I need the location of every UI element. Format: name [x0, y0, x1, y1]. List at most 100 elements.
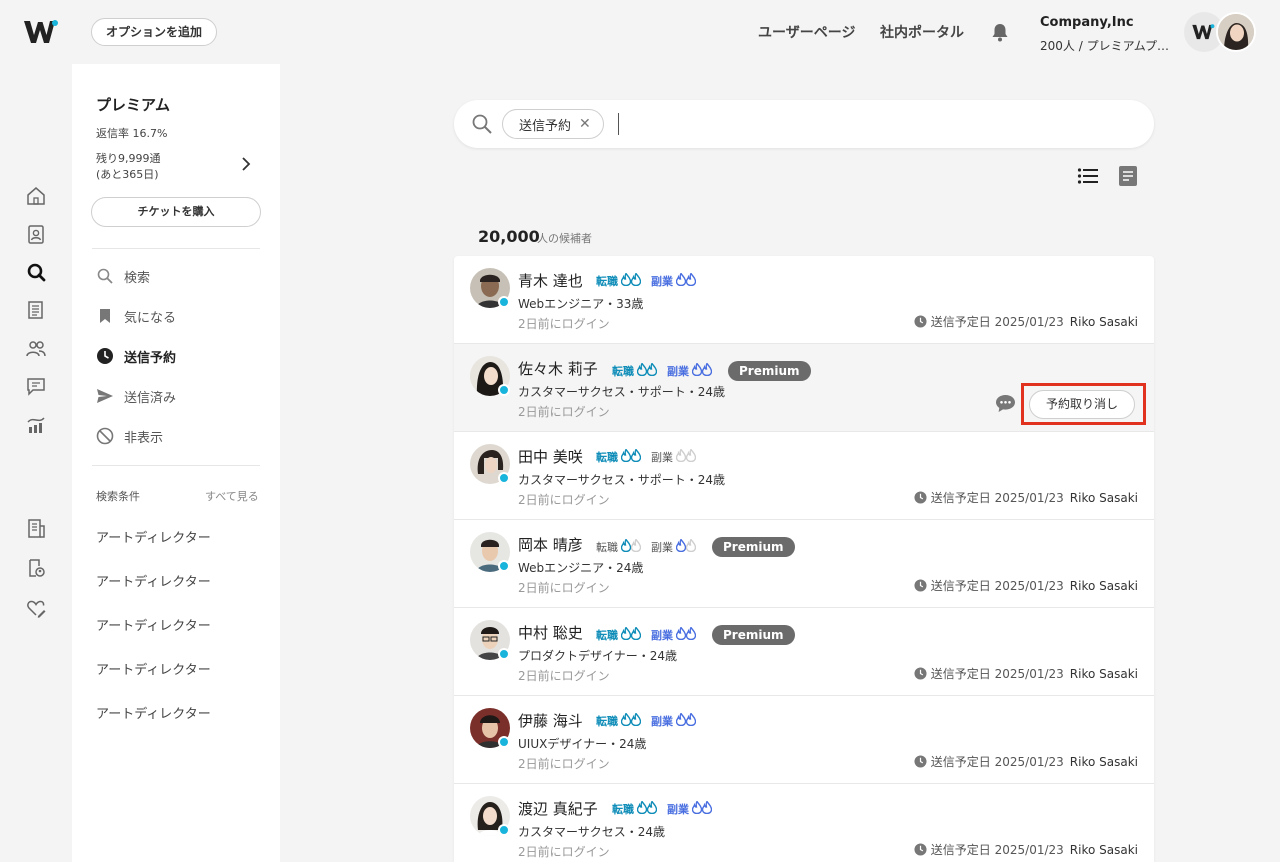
buy-ticket-button[interactable]: チケットを購入 [91, 197, 261, 227]
analytics-icon[interactable] [25, 413, 47, 435]
scheduled-info: 送信予定日 2025/01/23 Riko Sasaki [914, 489, 1138, 506]
scheduled-by: Riko Sasaki [1069, 490, 1138, 505]
job-change-tag: 転職 [596, 627, 641, 643]
candidate-row[interactable]: 青木 達也 転職 副業 Webエンジニア・33歳 2日前にログイン 送信予定日 … [454, 256, 1154, 344]
condition-item[interactable]: アートディレクター [96, 571, 211, 590]
user-settings-icon[interactable] [25, 557, 47, 579]
candidate-name[interactable]: 青木 達也 [518, 270, 583, 291]
chat-bubble-icon[interactable] [995, 394, 1016, 413]
sidebar-item-label: 気になる [124, 310, 177, 326]
premium-badge: Premium [712, 625, 795, 645]
sidebar-item-search[interactable]: 検索 [96, 264, 266, 288]
sidebar-item-label: 送信予約 [124, 350, 177, 366]
sidebar-item-sent[interactable]: 送信済み [96, 384, 266, 408]
clock-icon [914, 843, 927, 856]
bell-icon[interactable] [989, 21, 1011, 43]
candidate-row[interactable]: 岡本 晴彦 転職 副業 Premium Webエンジニア・24歳 2日前にログイ… [454, 520, 1154, 608]
detail-view-icon[interactable] [1118, 165, 1138, 187]
condition-item[interactable]: アートディレクター [96, 527, 211, 546]
condition-item[interactable]: アートディレクター [96, 703, 211, 722]
job-change-tag: 転職 [596, 539, 641, 555]
side-job-tag: 副業 [651, 539, 696, 555]
home-icon[interactable] [25, 185, 47, 207]
list-view-icon[interactable] [1077, 166, 1099, 186]
flame-icon [621, 539, 641, 555]
candidate-name[interactable]: 渡辺 真紀子 [518, 798, 598, 819]
candidate-row[interactable]: 田中 美咲 転職 副業 カスタマーサクセス・サポート・24歳 2日前にログイン … [454, 432, 1154, 520]
candidate-name[interactable]: 伊藤 海斗 [518, 710, 583, 731]
scheduled-date: 送信予定日 2025/01/23 [930, 579, 1064, 593]
scheduled-date: 送信予定日 2025/01/23 [930, 843, 1064, 857]
flame-icon [621, 449, 641, 465]
flame-icon [676, 539, 696, 555]
company-logo-icon [1192, 24, 1215, 40]
search-icon [96, 267, 114, 285]
flame-icon [692, 801, 712, 817]
candidate-name[interactable]: 田中 美咲 [518, 446, 583, 467]
candidate-row[interactable]: 佐々木 莉子 転職 副業 Premium カスタマーサクセス・サポート・24歳 … [454, 344, 1154, 432]
scheduled-by: Riko Sasaki [1069, 666, 1138, 681]
clock-icon [914, 755, 927, 768]
online-indicator [498, 648, 510, 660]
close-icon[interactable]: ✕ [579, 116, 591, 132]
clock-icon [914, 667, 927, 680]
sidebar-item-hidden[interactable]: 非表示 [96, 424, 266, 448]
sidebar-item-favorite[interactable]: 気になる [96, 304, 266, 328]
flame-icon [637, 801, 657, 817]
user-avatar[interactable] [1216, 12, 1256, 52]
company-logo[interactable] [22, 18, 62, 46]
candidate-row[interactable]: 中村 聡史 転職 副業 Premium プロダクトデザイナー・24歳 2日前にロ… [454, 608, 1154, 696]
condition-item[interactable]: アートディレクター [96, 659, 211, 678]
flame-icon [676, 627, 696, 643]
search-icon[interactable] [471, 113, 493, 135]
sidebar-item-label: 非表示 [124, 430, 164, 446]
candidate-row[interactable]: 渡辺 真紀子 転職 副業 カスタマーサクセス・24歳 2日前にログイン 送信予定… [454, 784, 1154, 862]
people-icon[interactable] [25, 337, 47, 359]
documents-icon[interactable] [25, 299, 47, 321]
online-indicator [498, 560, 510, 572]
see-all-link[interactable]: すべて見る [205, 488, 259, 504]
last-login: 2日前にログイン [518, 757, 610, 771]
scheduled-date: 送信予定日 2025/01/23 [930, 491, 1064, 505]
scheduled-info: 送信予定日 2025/01/23 Riko Sasaki [914, 753, 1138, 770]
scheduled-info: 送信予定日 2025/01/23 Riko Sasaki [914, 665, 1138, 682]
candidate-row[interactable]: 伊藤 海斗 転職 副業 UIUXデザイナー・24歳 2日前にログイン 送信予定日… [454, 696, 1154, 784]
candidate-name[interactable]: 佐々木 莉子 [518, 358, 598, 379]
cancel-reservation-button[interactable]: 予約取り消し [1029, 390, 1135, 419]
online-indicator [498, 736, 510, 748]
profile-icon[interactable] [25, 223, 47, 245]
search-bar[interactable]: 送信予約 ✕ [454, 100, 1154, 148]
message-icon[interactable] [25, 375, 47, 397]
divider [92, 465, 260, 466]
result-count: 20,000 [478, 227, 540, 246]
sidebar-item-scheduled[interactable]: 送信予約 [96, 344, 266, 368]
block-icon [96, 427, 114, 445]
top-header: オプションを追加 ユーザーページ 社内ポータル Company,Inc 200人… [0, 0, 1280, 64]
search-nav-icon[interactable] [25, 261, 47, 283]
building-icon[interactable] [25, 517, 47, 539]
flame-icon [676, 713, 696, 729]
candidate-tags: 転職 副業 [612, 801, 722, 817]
condition-item[interactable]: アートディレクター [96, 615, 211, 634]
heart-edit-icon[interactable] [25, 597, 47, 619]
candidate-name[interactable]: 中村 聡史 [518, 622, 583, 643]
reply-rate: 返信率 16.7% [96, 127, 168, 140]
divider [92, 248, 260, 249]
premium-badge: Premium [712, 537, 795, 557]
scheduled-by: Riko Sasaki [1069, 842, 1138, 857]
nav-user-page[interactable]: ユーザーページ [758, 22, 855, 42]
chevron-right-icon[interactable] [240, 156, 252, 172]
premium-badge: Premium [728, 361, 811, 381]
online-indicator [498, 296, 510, 308]
flame-icon [676, 273, 696, 289]
candidate-tags: 転職 副業 [596, 273, 706, 289]
last-login: 2日前にログイン [518, 845, 610, 859]
candidate-tags: 転職 副業 [596, 449, 706, 465]
add-option-button[interactable]: オプションを追加 [91, 18, 218, 46]
candidate-name[interactable]: 岡本 晴彦 [518, 534, 583, 555]
scheduled-info: 送信予定日 2025/01/23 Riko Sasaki [914, 313, 1138, 330]
candidate-job: カスタマーサクセス・サポート・24歳 [518, 385, 726, 399]
nav-company-portal[interactable]: 社内ポータル [880, 22, 964, 42]
company-name[interactable]: Company,Inc [1040, 15, 1134, 30]
search-filter-chip[interactable]: 送信予約 ✕ [502, 109, 604, 139]
